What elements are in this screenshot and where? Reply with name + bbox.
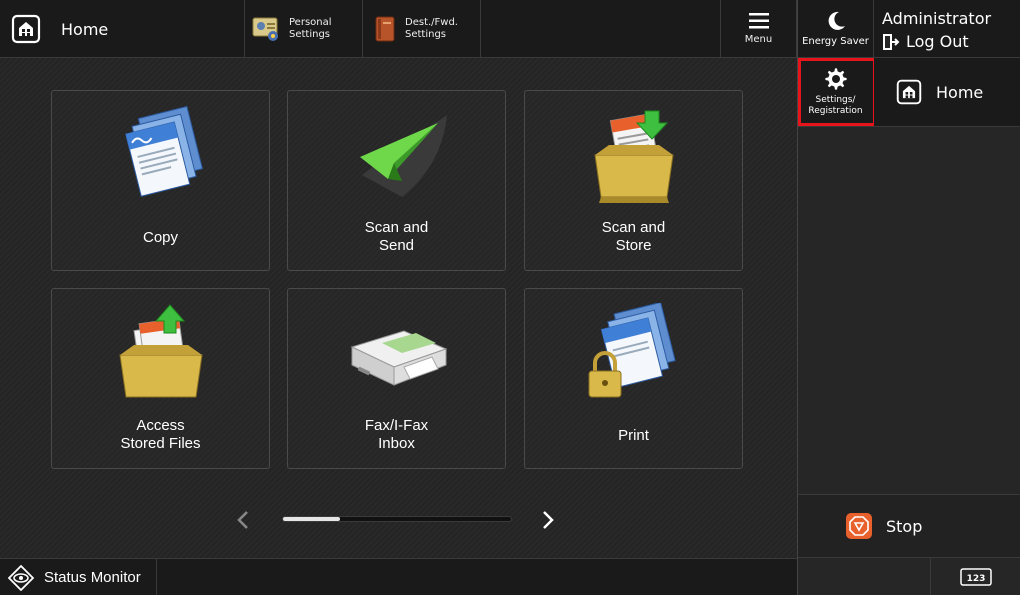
page-scroll-thumb[interactable] <box>283 517 340 521</box>
home-button[interactable]: Home <box>0 0 245 58</box>
page-scroll-indicator[interactable] <box>282 516 512 522</box>
personal-settings-button[interactable]: Personal Settings <box>245 0 363 58</box>
scan-store-icon <box>593 110 674 203</box>
scan-and-send-label: Scan and Send <box>364 219 429 254</box>
address-book-icon <box>375 16 395 42</box>
keypad-label: 123 <box>967 574 986 584</box>
scan-and-store-label: Scan and Store <box>601 219 666 254</box>
status-monitor-button[interactable]: Status Monitor <box>0 559 157 595</box>
status-monitor-icon <box>8 564 34 591</box>
moon-icon <box>828 11 845 30</box>
dest-fwd-settings-button[interactable]: Dest./Fwd. Settings <box>363 0 481 58</box>
keypad-button[interactable]: 123 <box>930 558 1020 595</box>
top-bar: Home Personal Settings Dest./Fwd. Settin… <box>0 0 797 58</box>
dest-fwd-settings-label: Dest./Fwd. Settings <box>405 17 458 40</box>
hamburger-menu-icon <box>748 13 769 29</box>
fax-inbox-label: Fax/I-Fax Inbox <box>364 417 429 452</box>
fax-inbox-tile[interactable]: Fax/I-Fax Inbox <box>287 288 506 469</box>
status-monitor-label: Status Monitor <box>44 569 141 586</box>
menu-label: Menu <box>744 34 773 45</box>
user-name: Administrator <box>882 9 992 28</box>
access-stored-files-label: Access Stored Files <box>120 417 201 452</box>
access-stored-files-tile[interactable]: Access Stored Files <box>51 288 270 469</box>
logout-button[interactable]: Log Out <box>882 31 1020 53</box>
top-bar-spacer <box>481 0 721 58</box>
right-side-panel: Energy Saver Administrator Log Out Setti… <box>797 0 1020 595</box>
menu-button[interactable]: Menu <box>721 0 797 58</box>
personal-settings-label: Personal Settings <box>289 17 332 40</box>
logout-label: Log Out <box>906 32 969 51</box>
chevron-left-icon[interactable] <box>232 508 256 532</box>
stop-icon <box>846 513 872 539</box>
side-home-label: Home <box>936 82 984 102</box>
energy-saver-label: Energy Saver <box>802 36 869 47</box>
bottom-bar: Status Monitor <box>0 558 797 595</box>
keypad-icon: 123 <box>960 567 992 586</box>
logout-icon <box>883 34 900 50</box>
print-label: Print <box>618 427 649 444</box>
gear-icon <box>824 68 847 90</box>
copy-tile[interactable]: Copy <box>51 90 270 271</box>
copy-icon <box>124 105 203 197</box>
user-info: Administrator Log Out <box>874 0 1020 58</box>
settings-registration-button[interactable]: Settings/ Registration <box>798 58 874 126</box>
copy-label: Copy <box>142 229 179 246</box>
scan-send-icon <box>359 115 447 197</box>
personal-settings-icon <box>252 17 278 41</box>
settings-registration-label: Settings/ Registration <box>808 95 863 116</box>
main-app-grid: Copy Scan and Send Scan and Store Access… <box>0 58 797 558</box>
side-home-button[interactable]: Home <box>874 58 1020 126</box>
home-label: Home <box>61 19 109 39</box>
home-icon <box>11 14 41 44</box>
print-tile[interactable]: Print <box>524 288 743 469</box>
energy-saver-button[interactable]: Energy Saver <box>798 0 874 58</box>
stored-files-icon <box>118 304 203 398</box>
print-icon <box>588 303 676 398</box>
stop-label: Stop <box>886 516 923 536</box>
scan-and-store-tile[interactable]: Scan and Store <box>524 90 743 271</box>
divider <box>798 126 1020 127</box>
chevron-right-icon[interactable] <box>535 508 559 532</box>
fax-inbox-icon <box>350 330 447 386</box>
home-icon <box>896 79 922 105</box>
scan-and-send-tile[interactable]: Scan and Send <box>287 90 506 271</box>
stop-button[interactable]: Stop <box>798 494 1020 558</box>
